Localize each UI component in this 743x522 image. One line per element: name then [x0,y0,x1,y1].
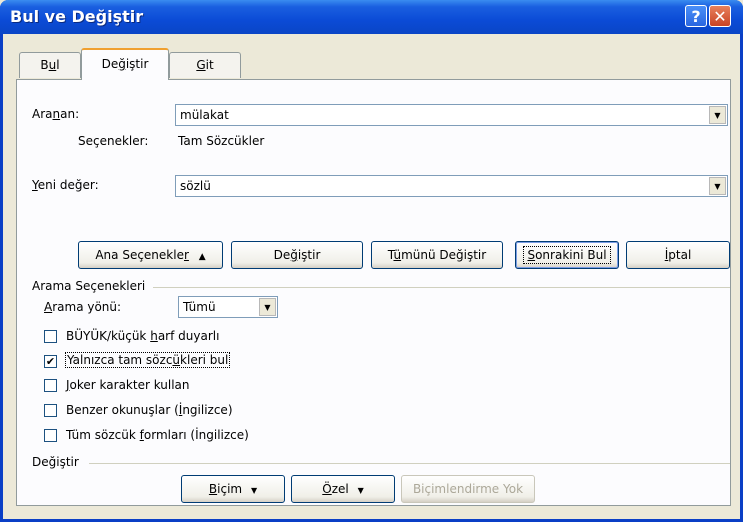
find-options-value: Tam Sözcükler [178,134,265,148]
replace-all-button[interactable]: Tümünü Değiştir [371,241,503,269]
checkbox[interactable] [44,330,57,343]
find-next-button[interactable]: Sonrakini Bul [515,241,619,269]
chevron-down-icon: ▼ [250,486,258,495]
replace-button[interactable]: Değiştir [231,241,363,269]
find-input[interactable]: mülakat ▼ [175,104,728,126]
direction-label: Arama yönü: [44,300,122,314]
checkbox-label: Benzer okunuşlar (İngilizce) [66,403,233,417]
checkbox-label: Joker karakter kullan [66,378,190,392]
replace-value: sözlü [180,179,211,193]
check-icon: ✔ [45,355,56,368]
title-bar[interactable]: Bul ve Değiştir ? ✕ [0,0,743,34]
checkbox-label: BÜYÜK/küçük harf duyarlı [66,329,220,343]
chevron-up-icon: ▲ [198,252,206,262]
chevron-down-icon: ▼ [357,486,364,495]
group-divider [153,287,730,288]
chevron-down-icon[interactable]: ▼ [709,177,726,195]
window-title: Bul ve Değiştir [10,7,144,26]
checkbox-label: Yalnızca tam sözcükleri bul [65,352,231,368]
no-formatting-button[interactable]: Biçimlendirme Yok [401,475,535,503]
checkbox[interactable] [44,379,57,392]
less-options-button[interactable]: Ana Seçenekler ▲ [78,241,223,269]
checkbox-label: Tüm sözcük formları (İngilizce) [66,428,249,442]
cancel-button[interactable]: İptal [626,241,730,269]
group-divider [89,463,730,464]
format-button[interactable]: Biçim ▼ [181,475,285,503]
help-button[interactable]: ? [685,5,707,27]
replace-input[interactable]: sözlü ▼ [175,175,728,197]
close-button[interactable]: ✕ [709,5,731,27]
close-icon: ✕ [713,7,727,26]
replace-section-header: Değiştir [32,455,79,469]
direction-value: Tümü [183,300,216,314]
chevron-down-icon[interactable]: ▼ [259,298,276,316]
tab-bul[interactable]: Bul [19,52,81,78]
checkbox[interactable]: ✔ [44,355,57,368]
help-icon: ? [691,7,701,26]
tab-degistir[interactable]: Değiştir [81,48,169,80]
checkbox[interactable] [44,429,57,442]
find-options-label: Seçenekler: [78,134,149,148]
tab-git[interactable]: Git [169,52,241,78]
checkbox[interactable] [44,404,57,417]
replace-label: Yeni değer: [32,178,99,192]
special-button[interactable]: Özel ▼ [291,475,395,503]
find-replace-dialog: Bul ve Değiştir ? ✕ Bul Değiştir Git Ara… [0,0,743,522]
search-options-header: Arama Seçenekleri [32,279,146,293]
chevron-down-icon[interactable]: ▼ [709,106,726,124]
find-label: Aranan: [32,107,80,121]
direction-select[interactable]: Tümü ▼ [178,296,278,318]
find-value: mülakat [180,108,229,122]
